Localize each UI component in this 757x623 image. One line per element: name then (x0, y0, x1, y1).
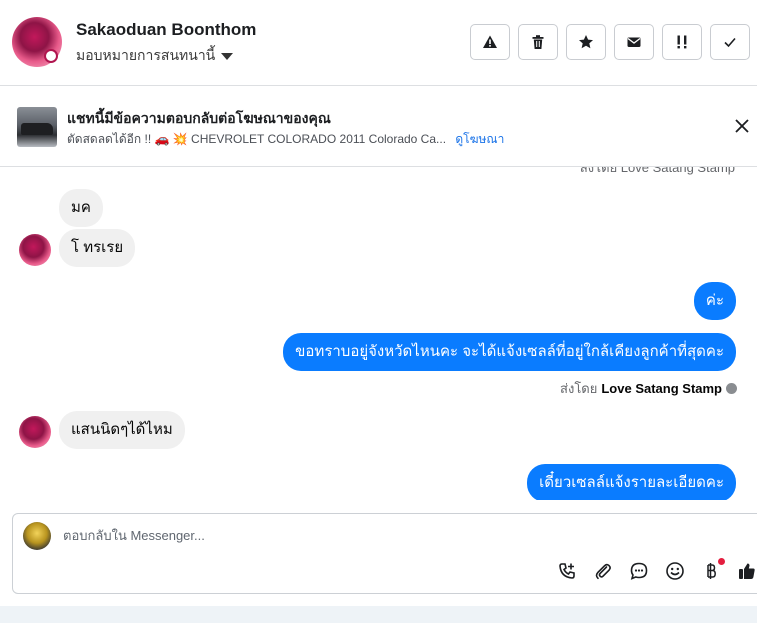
mark-unread-button[interactable] (614, 24, 654, 60)
call-button[interactable] (556, 560, 578, 582)
follow-up-button[interactable] (662, 24, 702, 60)
contact-name[interactable]: Sakaoduan Boonthom (76, 20, 256, 40)
page-avatar (23, 522, 51, 550)
star-button[interactable] (566, 24, 606, 60)
delete-button[interactable] (518, 24, 558, 60)
baht-icon (707, 563, 716, 579)
exclamation-icon (677, 35, 687, 49)
outgoing-message[interactable]: ขอทราบอยู่จังหวัดไหนคะ จะได้แจ้งเซลล์ที่… (283, 333, 736, 371)
smiley-icon (666, 562, 684, 580)
emoji-button[interactable] (664, 560, 686, 582)
sent-by-name[interactable]: Love Satang Stamp (601, 381, 722, 396)
message-thread[interactable]: ส่งโดย Love Satang Stamp มค โ ทรเรย ค่ะ … (0, 167, 757, 500)
header-actions (470, 24, 750, 60)
reply-input[interactable] (63, 528, 463, 543)
assign-label: มอบหมายการสนทนานี้ (76, 47, 216, 63)
sent-by-label: ส่งโดย Love Satang Stamp (560, 378, 737, 399)
ad-banner-title: แชทนี้มีข้อความตอบกลับต่อโฆษณาของคุณ (67, 110, 331, 126)
notification-dot (718, 558, 725, 565)
reply-composer (12, 513, 757, 594)
ad-description: ตัดสดลดได้อีก !! 🚗 💥 CHEVROLET COLORADO … (67, 132, 447, 146)
contact-avatar-small[interactable] (19, 416, 51, 448)
check-icon (724, 37, 736, 48)
page-footer-strip (0, 606, 757, 623)
envelope-icon (627, 37, 641, 47)
thumbs-up-icon (739, 563, 755, 579)
saved-replies-button[interactable] (628, 560, 650, 582)
outgoing-message[interactable]: ค่ะ (693, 282, 736, 320)
done-button[interactable] (710, 24, 750, 60)
ad-reply-banner: แชทนี้มีข้อความตอบกลับต่อโฆษณาของคุณ ตัด… (0, 86, 757, 167)
incoming-message[interactable]: โ ทรเรย (59, 229, 136, 267)
chat-bubble-icon (630, 562, 648, 580)
composer-toolbar (556, 558, 757, 582)
incoming-message[interactable]: แสนนิดๆได้ไหม (59, 411, 185, 449)
payment-button[interactable] (700, 558, 725, 582)
sent-by-prefix: ส่งโดย (560, 381, 598, 396)
truncated-sent-by: ส่งโดย Love Satang Stamp (579, 167, 735, 175)
outgoing-message[interactable]: เดี๋ยวเซลล์แจ้งรายละเอียดคะ (527, 464, 736, 500)
ad-banner-subtitle: ตัดสดลดได้อีก !! 🚗 💥 CHEVROLET COLORADO … (67, 130, 504, 149)
incoming-message[interactable]: มค (59, 189, 103, 227)
warning-icon (483, 35, 497, 48)
like-button[interactable] (736, 560, 757, 582)
trash-icon (532, 35, 544, 49)
ad-thumbnail[interactable] (17, 107, 57, 147)
contact-avatar-small[interactable] (19, 234, 51, 266)
paperclip-icon (595, 563, 611, 580)
caret-down-icon (221, 52, 234, 60)
attach-button[interactable] (592, 560, 614, 582)
view-ad-link[interactable]: ดูโฆษณา (455, 132, 504, 146)
info-icon[interactable] (726, 383, 737, 394)
phone-plus-icon (559, 563, 575, 579)
assign-conversation-dropdown[interactable]: มอบหมายการสนทนานี้ (76, 45, 234, 67)
spam-button[interactable] (470, 24, 510, 60)
conversation-header: Sakaoduan Boonthom มอบหมายการสนทนานี้ (0, 0, 757, 86)
close-icon[interactable] (733, 117, 751, 135)
star-icon (579, 35, 593, 49)
contact-avatar[interactable] (12, 17, 62, 67)
